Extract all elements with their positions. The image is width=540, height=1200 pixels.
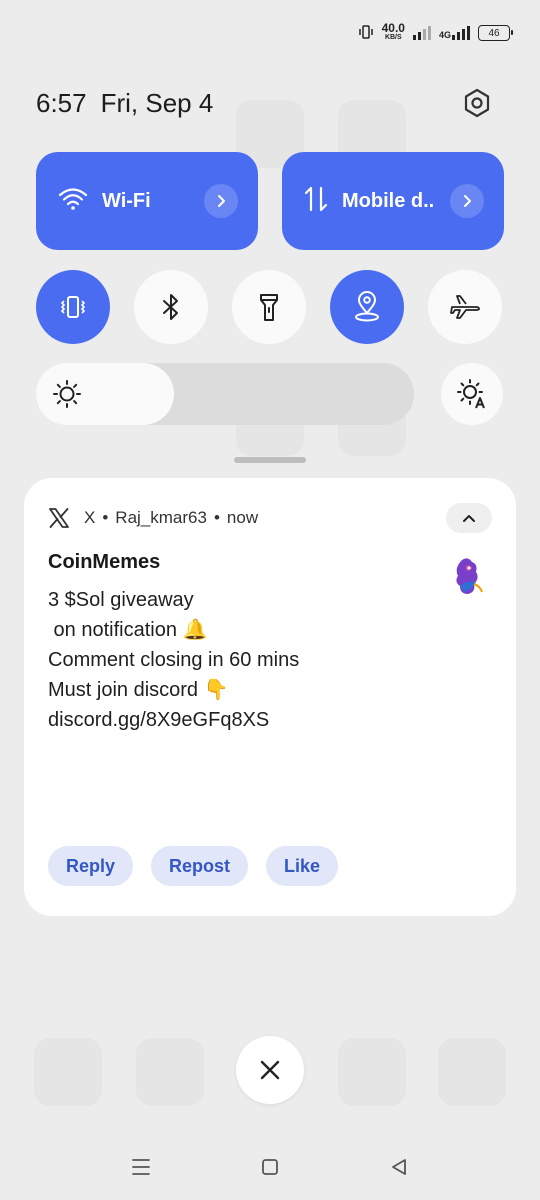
network-speed-unit: KB/S xyxy=(384,34,402,41)
location-icon xyxy=(355,291,379,322)
airplane-toggle[interactable] xyxy=(428,270,502,344)
notification-line: on notification 🔔 xyxy=(48,619,208,641)
notification-actions: Reply Repost Like xyxy=(48,846,339,886)
separator-dot: • xyxy=(102,508,109,527)
sender-avatar xyxy=(446,554,490,598)
settings-button[interactable] xyxy=(458,86,496,124)
chevron-up-icon xyxy=(463,515,475,522)
vibrate-status-icon xyxy=(358,24,374,43)
brightness-slider-fill[interactable] xyxy=(36,363,174,425)
airplane-icon xyxy=(450,295,480,319)
wifi-icon xyxy=(58,187,88,216)
signal-1-icon xyxy=(412,26,431,40)
notification-body: 3 $Sol giveaway on notification 🔔 Commen… xyxy=(48,585,418,735)
vibrate-toggle[interactable] xyxy=(36,270,110,344)
notification-line: 3 $Sol giveaway xyxy=(48,589,194,611)
auto-brightness-icon xyxy=(457,379,485,409)
notification-line: Must join discord 👇 xyxy=(48,679,229,701)
sun-icon xyxy=(53,380,81,408)
chevron-right-icon xyxy=(464,195,471,207)
square-icon xyxy=(262,1159,278,1175)
notification-account: Raj_kmar63 xyxy=(115,508,207,527)
like-button[interactable]: Like xyxy=(266,846,339,886)
home-button[interactable] xyxy=(255,1152,285,1182)
background-dock-icon xyxy=(34,1038,102,1106)
gear-icon xyxy=(462,88,492,123)
network-speed: 40.0 KB/S xyxy=(381,21,405,43)
background-dock-icon xyxy=(338,1038,406,1106)
battery-level: 46 xyxy=(488,27,500,39)
vibrate-icon xyxy=(60,296,86,318)
notification-line: discord.gg/8X9eGFq8XS xyxy=(48,709,270,731)
back-triangle-icon xyxy=(392,1159,406,1175)
auto-brightness-button[interactable] xyxy=(441,363,503,425)
mobile-data-expand-button[interactable] xyxy=(450,184,484,218)
close-icon xyxy=(260,1060,280,1080)
location-toggle[interactable] xyxy=(330,270,404,344)
recents-button[interactable] xyxy=(126,1152,156,1182)
battery-icon: 46 xyxy=(478,25,513,41)
network-type: 4G xyxy=(438,30,451,40)
menu-icon xyxy=(132,1159,150,1175)
wifi-tile-label: Wi-Fi xyxy=(102,189,151,212)
notification-title: CoinMemes xyxy=(48,551,161,573)
flashlight-toggle[interactable] xyxy=(232,270,306,344)
back-button[interactable] xyxy=(384,1152,414,1182)
wifi-expand-button[interactable] xyxy=(204,184,238,218)
clear-notifications-button[interactable] xyxy=(236,1036,304,1104)
x-logo-icon xyxy=(48,507,70,529)
repost-button[interactable]: Repost xyxy=(151,846,249,886)
background-dock-icon xyxy=(136,1038,204,1106)
clock-row: 6:57 Fri, Sep 4 xyxy=(36,88,213,119)
reply-button[interactable]: Reply xyxy=(48,846,134,886)
wifi-tile[interactable]: Wi-Fi xyxy=(36,152,258,250)
separator-dot: • xyxy=(213,508,220,527)
notification-line: Comment closing in 60 mins xyxy=(48,649,300,671)
notification-card[interactable]: X • Raj_kmar63 • now CoinMemes 3 $Sol gi… xyxy=(24,478,516,916)
notification-time: now xyxy=(226,508,259,527)
bluetooth-icon xyxy=(163,294,178,320)
notification-header: X • Raj_kmar63 • now xyxy=(48,503,492,533)
brightness-slider[interactable] xyxy=(36,363,414,425)
clock-time[interactable]: 6:57 xyxy=(36,88,87,119)
signal-2-icon xyxy=(452,26,470,40)
mobile-data-tile[interactable]: Mobile d.. xyxy=(282,152,504,250)
mobile-data-tile-label: Mobile d.. xyxy=(342,189,435,212)
bluetooth-toggle[interactable] xyxy=(134,270,208,344)
network-speed-value: 40.0 xyxy=(381,21,405,35)
clock-date[interactable]: Fri, Sep 4 xyxy=(101,88,214,119)
chevron-right-icon xyxy=(218,195,225,207)
mobile-data-icon xyxy=(304,186,328,217)
notification-app-name: X xyxy=(84,508,96,527)
background-dock-icon xyxy=(438,1038,506,1106)
flashlight-icon xyxy=(260,294,278,321)
shade-drag-handle[interactable] xyxy=(234,457,306,463)
status-bar: 40.0 KB/S 4G 46 xyxy=(358,18,513,48)
collapse-notification-button[interactable] xyxy=(446,503,492,533)
